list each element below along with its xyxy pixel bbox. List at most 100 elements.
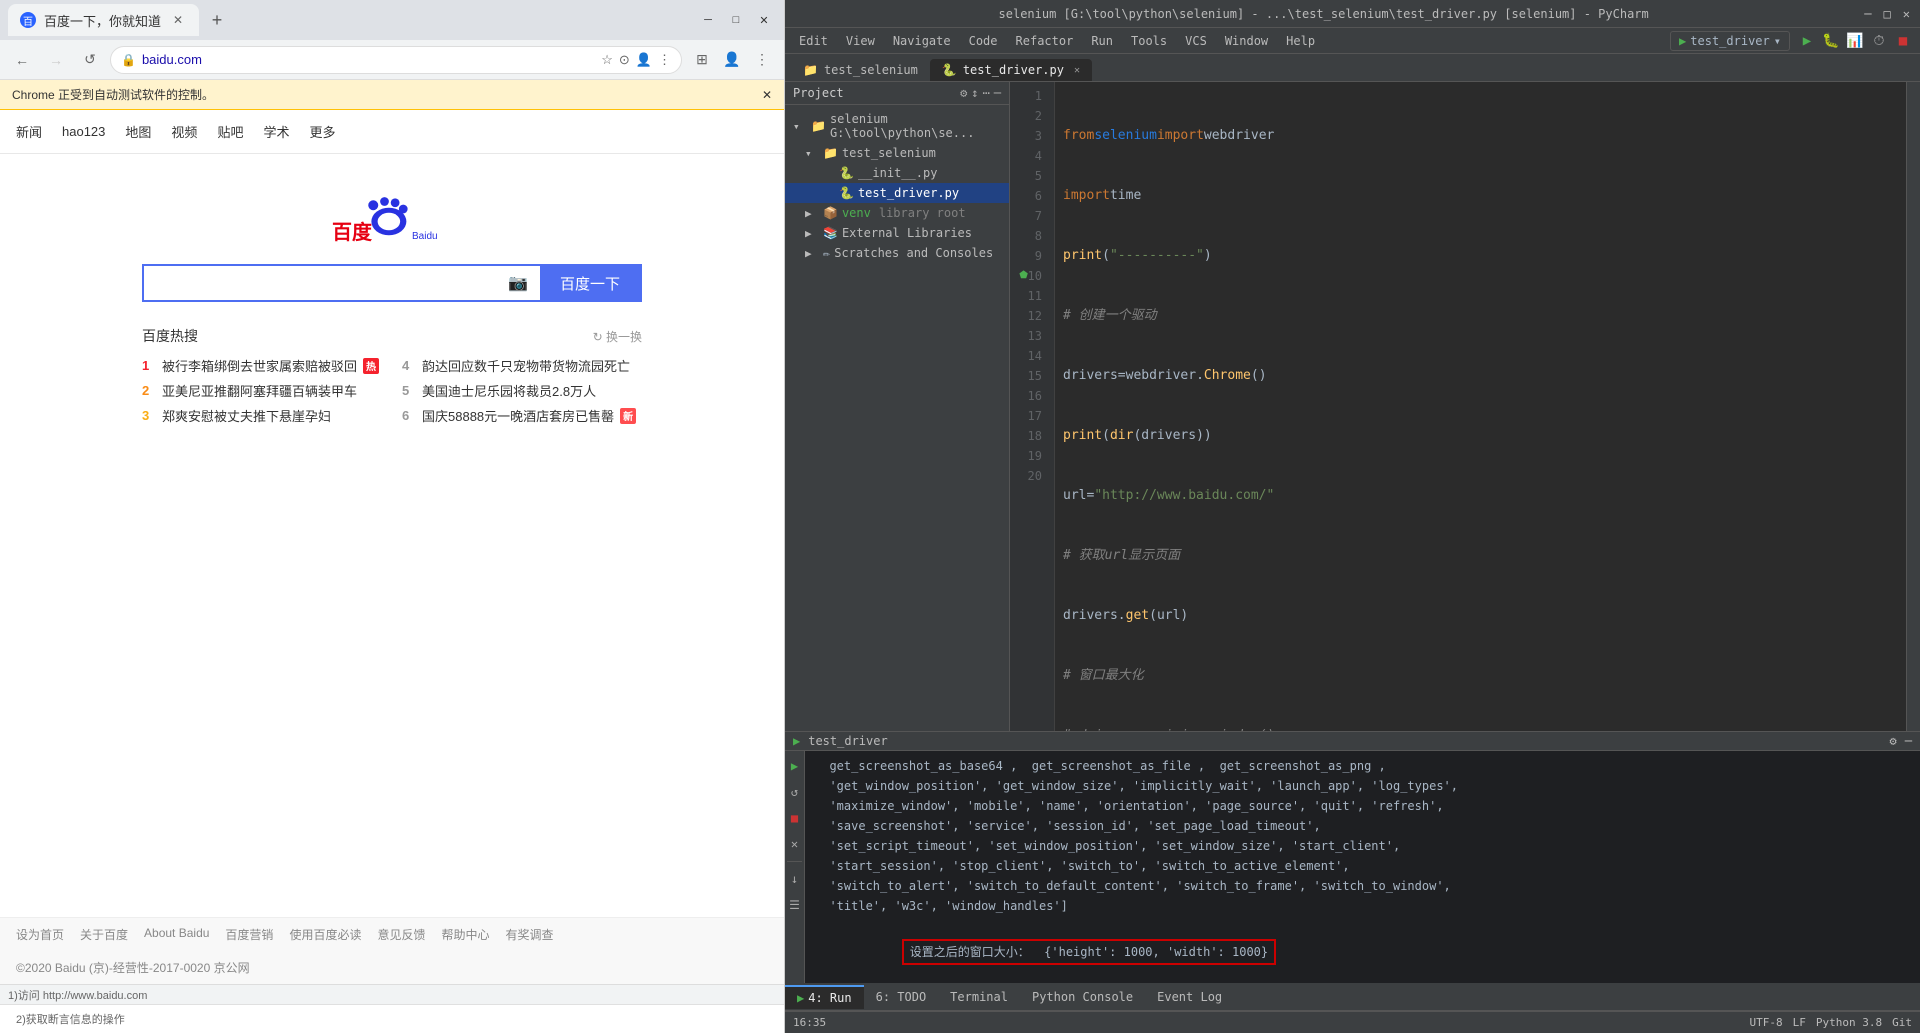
console-line-3: 'maximize_window', 'mobile', 'name', 'or… xyxy=(815,797,1910,815)
profile-button[interactable]: ⏱ xyxy=(1868,30,1890,52)
tab-python-console[interactable]: Python Console xyxy=(1020,986,1145,1008)
nav-hao123[interactable]: hao123 xyxy=(62,120,105,143)
code-line-10: # 窗口最大化 xyxy=(1063,666,1898,686)
sidebar-icon-settings[interactable]: ⚙ xyxy=(960,86,967,100)
chrome-menu[interactable]: ⋮ xyxy=(748,46,776,74)
menu-window[interactable]: Window xyxy=(1217,32,1276,50)
hot-item-2[interactable]: 2 亚美尼亚推翻阿塞拜疆百辆装甲车 xyxy=(142,381,382,400)
tree-test-driver-py[interactable]: 🐍 test_driver.py xyxy=(785,183,1009,203)
status-git[interactable]: Git xyxy=(1892,1016,1912,1029)
footer-sethome[interactable]: 设为首页 xyxy=(16,926,64,943)
warning-close[interactable]: ✕ xyxy=(762,88,772,102)
sidebar-icon-sort[interactable]: ↕ xyxy=(971,86,978,100)
hot-item-6[interactable]: 6 国庆58888元一晚酒店套房已售罄 新 xyxy=(402,406,642,425)
baidu-search-input[interactable] xyxy=(144,266,496,300)
console-stop-btn[interactable]: ■ xyxy=(785,807,806,829)
hot-item-5[interactable]: 5 美国迪士尼乐园将裁员2.8万人 xyxy=(402,381,642,400)
console-rerun-btn[interactable]: ↺ xyxy=(785,781,806,803)
run-header-settings[interactable]: ⚙ xyxy=(1890,734,1897,748)
status-python[interactable]: Python 3.8 xyxy=(1816,1016,1882,1029)
editor-code-area[interactable]: from selenium import webdriver import ti… xyxy=(1055,82,1906,731)
footer-reward[interactable]: 有奖调查 xyxy=(505,926,553,943)
tab-test-driver[interactable]: 🐍 test_driver.py ✕ xyxy=(930,59,1092,81)
coverage-button[interactable]: 📊 xyxy=(1844,30,1866,52)
run-header-minimize[interactable]: ─ xyxy=(1905,734,1912,748)
reload-button[interactable]: ↺ xyxy=(76,46,104,74)
extensions-icon[interactable]: ⊞ xyxy=(688,46,716,74)
menu-run[interactable]: Run xyxy=(1083,32,1121,50)
tab-run[interactable]: ▶ 4: Run xyxy=(785,985,864,1009)
gutter-12: 12 xyxy=(1010,306,1048,326)
footer-help[interactable]: 帮助中心 xyxy=(441,926,489,943)
console-filter-btn[interactable]: ☰ xyxy=(785,894,806,916)
tree-scratches-and-consoles[interactable]: ▶ ✏ Scratches and Consoles xyxy=(785,243,1009,263)
more-icon[interactable]: ⋮ xyxy=(658,52,671,68)
editor-right-scrollbar[interactable] xyxy=(1906,82,1920,731)
menu-vcs[interactable]: VCS xyxy=(1177,32,1215,50)
run-config-chevron: ▾ xyxy=(1774,34,1781,48)
tab-driver-close[interactable]: ✕ xyxy=(1074,65,1080,76)
tree-external-libraries[interactable]: ▶ 📚 External Libraries xyxy=(785,223,1009,243)
menu-view[interactable]: View xyxy=(838,32,883,50)
hot-item-1[interactable]: 1 被行李箱绑倒去世家属索赔被驳回 热 xyxy=(142,356,382,375)
footer-about[interactable]: 关于百度 xyxy=(80,926,128,943)
tab-test-selenium[interactable]: 📁 test_selenium xyxy=(791,59,930,81)
camera-search-button[interactable]: 📷 xyxy=(496,266,540,300)
debug-button[interactable]: 🐛 xyxy=(1820,30,1842,52)
nav-more[interactable]: 更多 xyxy=(309,118,335,145)
tab-terminal[interactable]: Terminal xyxy=(938,986,1020,1008)
menu-tools[interactable]: Tools xyxy=(1123,32,1175,50)
tree-venv[interactable]: ▶ 📦 venv library root xyxy=(785,203,1009,223)
new-tab-button[interactable]: + xyxy=(203,6,231,34)
maximize-button[interactable]: □ xyxy=(724,8,748,32)
status-lf[interactable]: LF xyxy=(1793,1016,1806,1029)
back-button[interactable]: ← xyxy=(8,46,36,74)
console-scroll-btn[interactable]: ↓ xyxy=(785,868,806,890)
account-icon[interactable]: 👤 xyxy=(636,52,652,68)
forward-button[interactable]: → xyxy=(42,46,70,74)
console-close-btn[interactable]: ✕ xyxy=(785,833,806,855)
menu-code[interactable]: Code xyxy=(961,32,1006,50)
lens-icon[interactable]: ⊙ xyxy=(619,52,630,68)
tree-init-py[interactable]: 🐍 __init__.py xyxy=(785,163,1009,183)
chrome-tab-active[interactable]: 百 百度一下，你就知道 ✕ xyxy=(8,4,199,36)
nav-news[interactable]: 新闻 xyxy=(16,118,42,145)
tree-test-selenium[interactable]: ▾ 📁 test_selenium xyxy=(785,143,1009,163)
account-menu[interactable]: 👤 xyxy=(718,46,746,74)
footer-feedback[interactable]: 意见反馈 xyxy=(377,926,425,943)
menu-help[interactable]: Help xyxy=(1278,32,1323,50)
sidebar-icon-more[interactable]: ⋯ xyxy=(983,86,990,100)
nav-tieba[interactable]: 贴吧 xyxy=(217,118,243,145)
footer-about-en[interactable]: About Baidu xyxy=(144,926,209,943)
sidebar-icon-minimize[interactable]: ─ xyxy=(994,86,1001,100)
stop-button[interactable]: ■ xyxy=(1892,30,1914,52)
pycharm-minimize[interactable]: ─ xyxy=(1862,5,1873,23)
address-bar[interactable]: 🔒 baidu.com ☆ ⊙ 👤 ⋮ xyxy=(110,46,682,74)
baidu-search-button[interactable]: 百度一下 xyxy=(540,266,640,300)
footer-marketing[interactable]: 百度营销 xyxy=(225,926,273,943)
tab-todo[interactable]: 6: TODO xyxy=(864,986,939,1008)
chrome-tab-close[interactable]: ✕ xyxy=(169,11,187,29)
run-button[interactable]: ▶ xyxy=(1796,30,1818,52)
status-encoding[interactable]: UTF-8 xyxy=(1750,1016,1783,1029)
close-button[interactable]: ✕ xyxy=(752,8,776,32)
nav-video[interactable]: 视频 xyxy=(171,118,197,145)
nav-map[interactable]: 地图 xyxy=(125,118,151,145)
gutter-18: 18 xyxy=(1010,426,1048,446)
hot-refresh[interactable]: ↻ 换一换 xyxy=(593,328,642,345)
console-run-btn[interactable]: ▶ xyxy=(785,755,806,777)
tree-selenium-root[interactable]: ▾ 📁 selenium G:\tool\python\se... xyxy=(785,109,1009,143)
bookmark-icon[interactable]: ☆ xyxy=(601,52,613,68)
menu-refactor[interactable]: Refactor xyxy=(1008,32,1082,50)
minimize-button[interactable]: ─ xyxy=(696,8,720,32)
hot-item-4[interactable]: 4 韵达回应数千只宠物带货物流园死亡 xyxy=(402,356,642,375)
nav-xueshu[interactable]: 学术 xyxy=(263,118,289,145)
run-config-dropdown[interactable]: ▶ test_driver ▾ xyxy=(1670,31,1790,51)
footer-terms[interactable]: 使用百度必读 xyxy=(289,926,361,943)
pycharm-maximize[interactable]: □ xyxy=(1882,5,1893,23)
menu-navigate[interactable]: Navigate xyxy=(885,32,959,50)
tab-event-log[interactable]: Event Log xyxy=(1145,986,1234,1008)
menu-edit[interactable]: Edit xyxy=(791,32,836,50)
hot-item-3[interactable]: 3 郑爽安慰被丈夫推下悬崖孕妇 xyxy=(142,406,382,425)
pycharm-close[interactable]: ✕ xyxy=(1901,5,1912,23)
